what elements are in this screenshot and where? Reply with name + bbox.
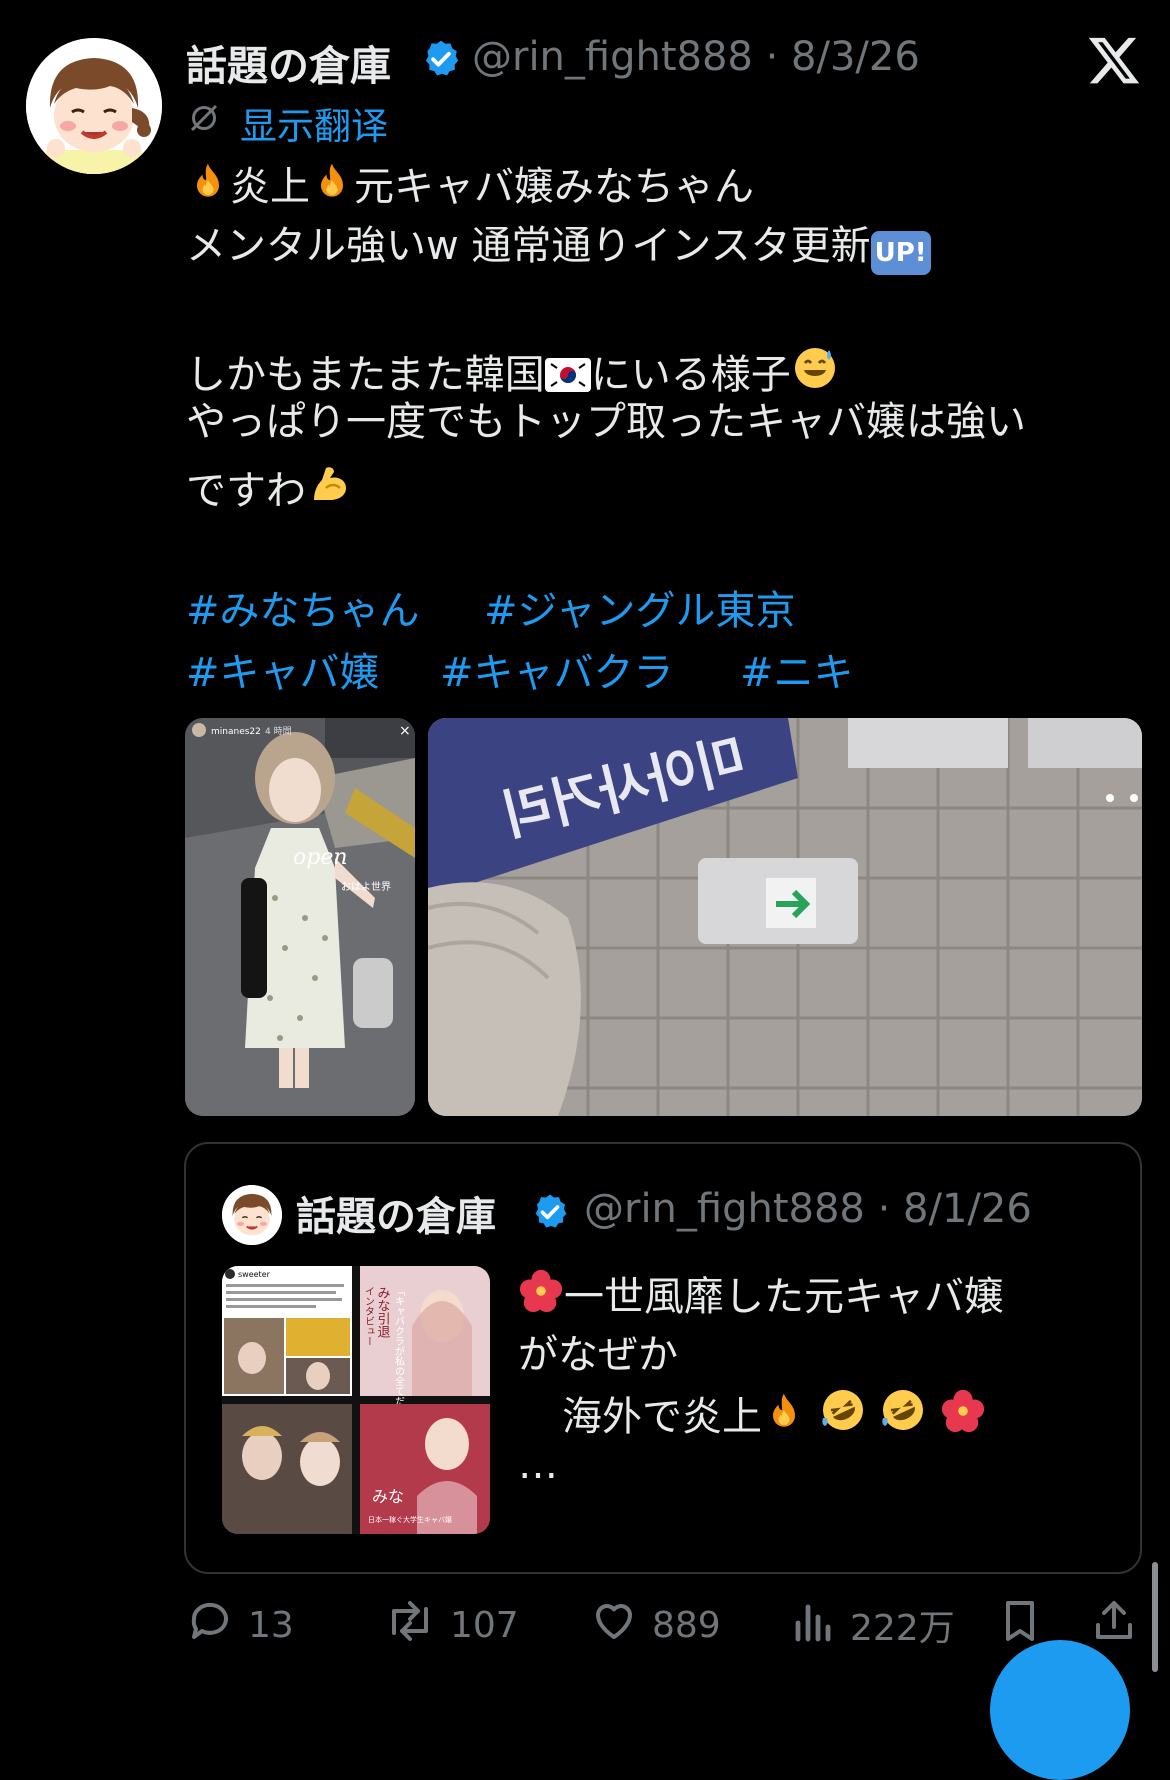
- hashtag-link[interactable]: #ニキ: [740, 640, 854, 698]
- repost-count: 107: [450, 1604, 519, 1646]
- hibiscus-emoji-icon: [518, 1268, 564, 1324]
- story-caption-jp: おはよ世界: [341, 881, 391, 893]
- tweet-text: ですわ: [186, 468, 306, 514]
- tweet-text: しかもまたまた韓国: [186, 352, 545, 398]
- quoted-text: 一世風靡した元キャバ嬢: [564, 1274, 1004, 1320]
- media-image-2[interactable]: 미아사거리: [428, 718, 1142, 1116]
- fire-emoji-icon: [310, 160, 354, 211]
- tweet-line-1: 炎上 元キャバ嬢みなちゃん: [186, 160, 754, 211]
- tweet-line-3: しかもまたまた韓国 にいる様子: [186, 344, 839, 399]
- hashtag-link[interactable]: #キャバ嬢: [186, 640, 380, 698]
- quoted-ellipsis: …: [518, 1442, 558, 1488]
- tweet-line-4: やっぱり一度でもトップ取ったキャバ嬢は強い: [186, 399, 1026, 445]
- station-wall-photo: 미아사거리: [428, 718, 1142, 1116]
- views-count: 222万: [850, 1608, 955, 1649]
- views-button[interactable]: 222万: [792, 1600, 955, 1650]
- story-time: 4 時間: [265, 726, 292, 737]
- flexed-biceps-emoji-icon: [306, 460, 354, 515]
- rofl-emoji-icon: [879, 1386, 927, 1444]
- sweat-smile-emoji-icon: [791, 344, 839, 399]
- quoted-line-3: 海外で炎上: [562, 1384, 986, 1444]
- verified-badge-icon: [530, 1192, 570, 1232]
- compose-fab-button[interactable]: [990, 1640, 1130, 1780]
- quoted-media-thumbnail: sweeter みな引退 インタビュー 「キャバクラが私の全てだった」 みな 日…: [222, 1266, 490, 1534]
- repost-button[interactable]: 107: [384, 1600, 519, 1650]
- avatar-illustration: [26, 38, 162, 174]
- story-user: minanes22: [211, 727, 261, 737]
- share-button[interactable]: [1090, 1600, 1152, 1650]
- author-handle-date[interactable]: @rin_fight888 · 8/3/26: [472, 34, 920, 80]
- story-close-icon: ×: [399, 723, 411, 739]
- flame-label: 炎上: [230, 164, 310, 210]
- collage-image: sweeter みな引退 インタビュー 「キャバクラが私の全てだった」 みな 日…: [222, 1266, 490, 1534]
- thumb-caption-sub: 日本一稼ぐ大学生キャバ嬢: [368, 1515, 452, 1524]
- thumb-title-b: インタビュー: [363, 1286, 375, 1346]
- thumb-tweet-user: sweeter: [238, 1270, 271, 1279]
- quoted-line-2: がなぜか: [518, 1332, 678, 1378]
- like-button[interactable]: 889: [590, 1600, 721, 1650]
- show-translation-link[interactable]: 显示翻译: [240, 96, 388, 150]
- hashtag-link[interactable]: #みなちゃん: [186, 578, 420, 636]
- media-image-1[interactable]: open おはよ世界 minanes22 4 時間 ×: [185, 718, 415, 1116]
- reply-button[interactable]: 13: [186, 1600, 294, 1650]
- story-photo: open おはよ世界 minanes22 4 時間 ×: [185, 718, 415, 1116]
- tweet-text: にいる様子: [590, 352, 791, 398]
- fire-emoji-icon: [186, 160, 230, 211]
- quoted-author-handle-date: @rin_fight888 · 8/1/26: [584, 1186, 1032, 1232]
- avatar-illustration: [222, 1185, 282, 1245]
- scrollbar-thumb[interactable]: [1152, 1562, 1158, 1672]
- tweet-text: メンタル強いw 通常通りインスタ更新: [186, 223, 871, 269]
- thumb-title-a: みな引退: [375, 1286, 391, 1338]
- hashtag-link[interactable]: #キャバクラ: [440, 640, 674, 698]
- korea-flag-emoji-icon: [544, 358, 591, 399]
- views-icon: [792, 1597, 850, 1654]
- hashtag-link[interactable]: #ジャングル東京: [484, 578, 796, 636]
- author-display-name[interactable]: 話題の倉庫: [186, 32, 391, 92]
- author-avatar[interactable]: [26, 38, 162, 174]
- like-icon: [590, 1597, 652, 1654]
- like-count: 889: [652, 1604, 721, 1646]
- reply-icon: [186, 1597, 248, 1654]
- quoted-text: 海外で炎上: [562, 1394, 762, 1440]
- x-logo-icon[interactable]: [1086, 32, 1142, 88]
- quoted-author-avatar: [222, 1185, 282, 1245]
- share-icon: [1090, 1597, 1152, 1654]
- quoted-author-name: 話題の倉庫: [296, 1194, 496, 1240]
- tweet-text: 元キャバ嬢みなちゃん: [354, 164, 754, 210]
- translate-icon: [186, 100, 222, 136]
- verified-badge-icon: [420, 38, 462, 80]
- rofl-emoji-icon: [819, 1386, 867, 1444]
- quoted-line-1: 一世風靡した元キャバ嬢: [518, 1264, 1004, 1324]
- up-badge: UP!: [870, 231, 931, 275]
- reply-count: 13: [248, 1604, 294, 1646]
- repost-icon: [384, 1597, 450, 1654]
- hibiscus-emoji-icon: [940, 1388, 986, 1444]
- up-button-emoji-icon: UP!: [870, 228, 931, 275]
- story-caption-script: open: [293, 845, 348, 870]
- tweet-line-5: ですわ: [186, 460, 354, 515]
- tweet-line-2: メンタル強いw 通常通りインスタ更新 UP!: [186, 226, 931, 275]
- fire-emoji-icon: [762, 1390, 806, 1444]
- thumb-caption-mina: みな: [372, 1487, 404, 1506]
